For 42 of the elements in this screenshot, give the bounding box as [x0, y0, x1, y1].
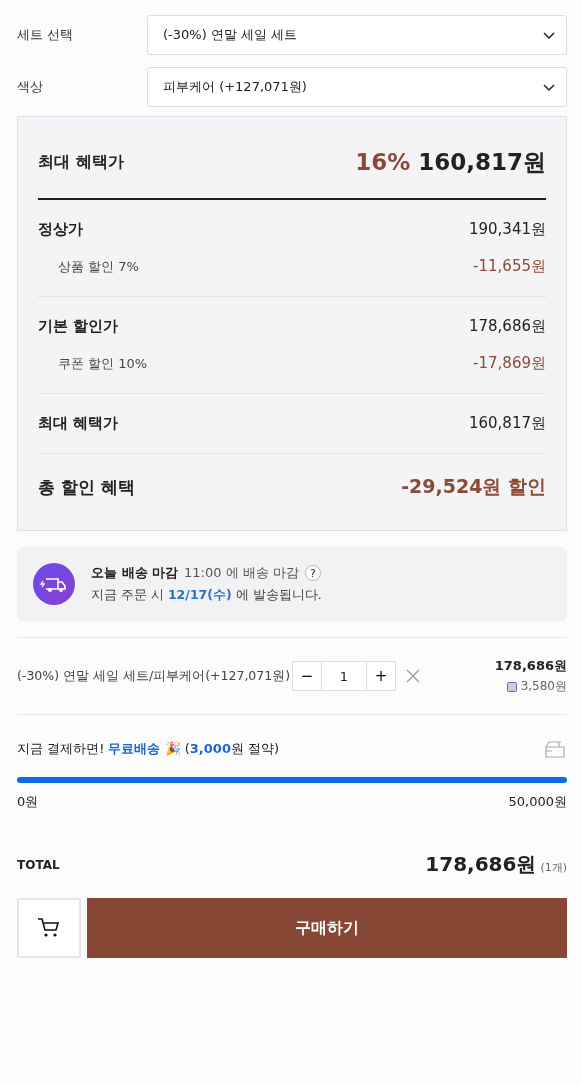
cart-button[interactable]	[17, 898, 81, 958]
option-label: 색상	[17, 78, 44, 96]
delivery-title: 오늘 배송 마감	[91, 564, 179, 582]
option-label: 세트 선택	[17, 26, 75, 44]
item-points: 3,580원	[520, 678, 567, 695]
total-discount-value: -29,524원 할인	[401, 474, 546, 499]
delivery-deadline: 11:00 에 배송 마감	[184, 564, 299, 582]
price-label: 최대 혜택가	[38, 414, 119, 433]
plus-button[interactable]: +	[367, 662, 395, 690]
minus-button[interactable]: −	[293, 662, 321, 690]
benefit-title: 최대 혜택가	[38, 152, 124, 173]
price-value: 178,686원	[468, 317, 546, 336]
progress-min: 0원	[17, 793, 39, 811]
total-count: (1개)	[540, 861, 567, 874]
truck-icon	[33, 563, 75, 605]
discount-label: 상품 할인 7%	[58, 257, 139, 276]
box-icon	[543, 739, 567, 759]
option-select[interactable]: (-30%) 연말 세일 세트	[147, 15, 567, 55]
free-shipping-message: 지금 결제하면! 무료배송 🎉 (3,000원 절약)	[17, 740, 280, 758]
cart-icon	[37, 917, 61, 939]
price-value: 160,817원	[468, 414, 546, 433]
points-icon	[506, 681, 517, 692]
total-discount-label: 총 할인 혜택	[38, 475, 135, 499]
discount-value: -11,655원	[473, 257, 546, 276]
help-icon[interactable]: ?	[304, 565, 321, 581]
price-label: 정상가	[38, 220, 83, 239]
option-select[interactable]: 피부케어 (+127,071원)	[147, 67, 567, 107]
benefit-price: 160,817원	[418, 148, 546, 177]
total-label: TOTAL	[17, 857, 60, 872]
price-label: 기본 할인가	[38, 317, 119, 336]
price-value: 190,341원	[468, 220, 546, 239]
discount-label: 쿠폰 할인 10%	[58, 354, 148, 373]
close-icon[interactable]	[406, 669, 420, 683]
quantity-value[interactable]: 1	[321, 662, 367, 690]
progress-max: 50,000원	[508, 793, 567, 811]
total-price: 178,686원	[425, 852, 537, 876]
buy-button[interactable]: 구매하기	[87, 898, 567, 958]
item-name: (-30%) 연말 세일 세트/피부케어(+127,071원)	[17, 667, 292, 685]
discount-value: -17,869원	[473, 354, 546, 373]
delivery-message: 지금 주문 시 12/17(수) 에 발송됩니다.	[91, 587, 322, 604]
item-price: 178,686원	[494, 657, 567, 675]
discount-rate: 16%	[355, 149, 411, 175]
